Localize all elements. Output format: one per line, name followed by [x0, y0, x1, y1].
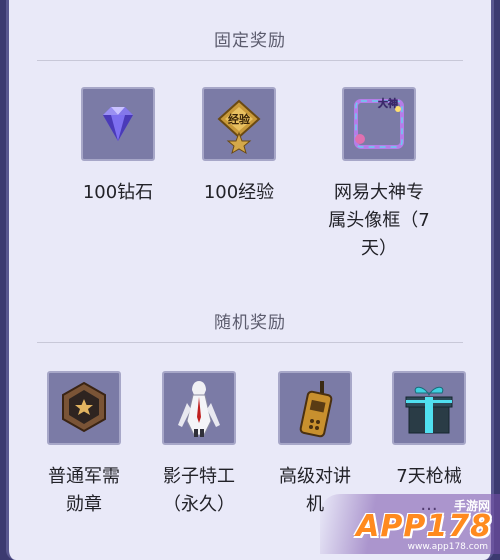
- reward-tile: [392, 371, 466, 445]
- reward-item-medal[interactable]: 普通军需 勋章: [24, 371, 144, 519]
- random-rewards-title: 随机奖励: [214, 313, 286, 333]
- reward-tile: [278, 371, 352, 445]
- fixed-rewards-title: 固定奖励: [214, 31, 286, 51]
- watermark: 手游网 APP178 www.app178.com: [320, 494, 500, 554]
- reward-item-shadow-agent[interactable]: 影子特工 （永久）: [139, 371, 259, 519]
- reward-item-experience[interactable]: 经验 100经验: [179, 87, 299, 207]
- reward-label: 网易大神专 属头像框（7 天）: [328, 182, 430, 259]
- reward-item-avatar-frame[interactable]: 大神 网易大神专 属头像框（7 天）: [314, 87, 444, 263]
- reward-tile: [81, 87, 155, 161]
- reward-tile: 大神: [342, 87, 416, 161]
- fixed-rewards-divider: [37, 60, 463, 61]
- random-rewards-divider: [37, 342, 463, 343]
- diamond-icon: [103, 107, 133, 141]
- avatar-frame-icon: 大神: [354, 97, 404, 149]
- reward-panel: 固定奖励 100钻石 经验 100经验 大神 网易大神专 属头像框（7 天） 随…: [6, 0, 494, 560]
- watermark-url: www.app178.com: [407, 542, 488, 552]
- reward-label: 100经验: [203, 182, 275, 203]
- reward-tile: 经验: [202, 87, 276, 161]
- experience-badge-text: 经验: [228, 112, 251, 126]
- medal-icon: [62, 381, 106, 433]
- gift-box-icon: [405, 386, 453, 434]
- watermark-logo: APP178: [356, 509, 492, 544]
- experience-badge-icon: 经验: [217, 99, 261, 155]
- reward-label: 影子特工 （永久）: [163, 466, 235, 515]
- reward-label: 100钻石: [82, 182, 154, 203]
- reward-tile: [162, 371, 236, 445]
- reward-item-diamond[interactable]: 100钻石: [58, 87, 178, 207]
- reward-label: 普通军需 勋章: [48, 466, 120, 515]
- walkie-talkie-icon: [299, 381, 333, 438]
- avatar-frame-text: 大神: [378, 97, 398, 110]
- reward-tile: [47, 371, 121, 445]
- shadow-agent-icon: [178, 381, 220, 437]
